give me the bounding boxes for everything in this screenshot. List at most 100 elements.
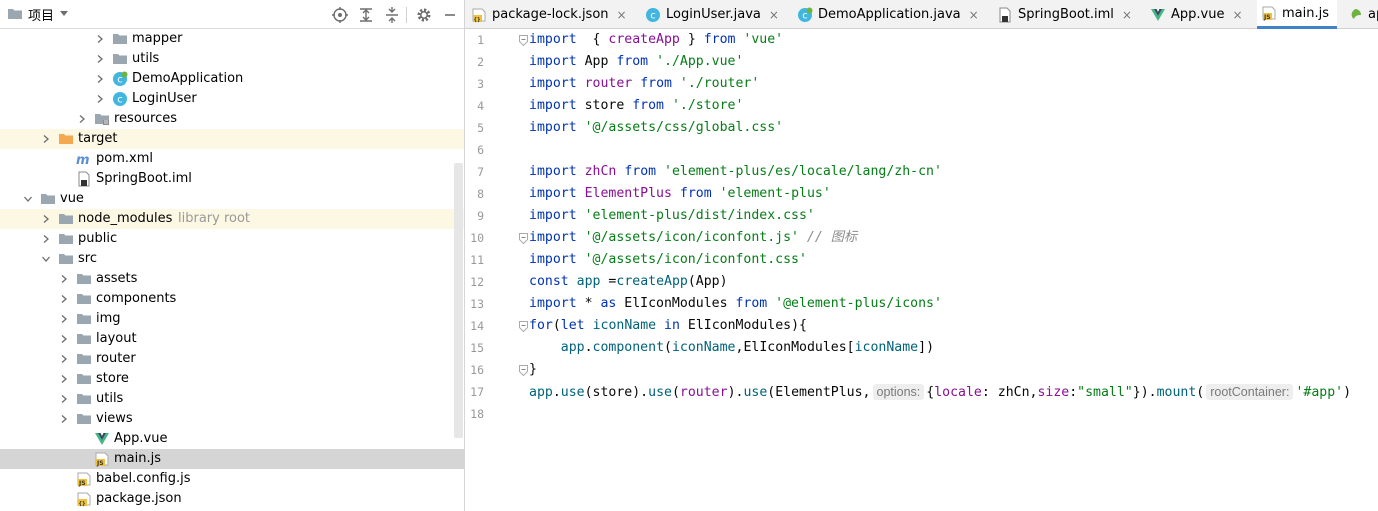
chevron-right-icon[interactable]	[58, 329, 70, 349]
code-line[interactable]: app.component(iconName,ElIconModules[ico…	[529, 337, 934, 359]
tree-item[interactable]: JS main.js	[0, 449, 464, 469]
chevron-down-icon[interactable]	[40, 249, 52, 269]
tree-item[interactable]: SpringBoot.iml	[0, 169, 464, 189]
close-icon[interactable]: ×	[969, 8, 979, 22]
tree-item[interactable]: App.vue	[0, 429, 464, 449]
code-token: use	[743, 385, 768, 400]
tree-item[interactable]: store	[0, 369, 464, 389]
tab-package-lock-json[interactable]: {} package-lock.json ×	[467, 0, 635, 29]
tree-item[interactable]: c DemoApplication	[0, 69, 464, 89]
code-line[interactable]: const app =createApp(App)	[529, 271, 728, 293]
tree-item[interactable]: utils	[0, 49, 464, 69]
chevron-right-icon[interactable]	[94, 29, 106, 49]
fold-end-icon[interactable]	[519, 365, 528, 376]
tree-item[interactable]: vue	[0, 189, 464, 209]
chevron-right-icon[interactable]	[94, 49, 106, 69]
chevron-right-icon[interactable]	[58, 309, 70, 329]
tree-item[interactable]: c LoginUser	[0, 89, 464, 109]
gear-icon[interactable]	[415, 6, 433, 24]
collapse-all-icon[interactable]	[383, 6, 401, 24]
chevron-right-icon[interactable]	[40, 229, 52, 249]
tree-item[interactable]: layout	[0, 329, 464, 349]
chevron-right-icon[interactable]	[40, 129, 52, 149]
library-root-hint: library root	[178, 211, 251, 226]
tree-item-label: package.json	[96, 491, 182, 506]
expand-all-icon[interactable]	[357, 6, 375, 24]
maven-icon: m	[76, 151, 92, 168]
tree-item[interactable]: public	[0, 229, 464, 249]
chevron-right-icon[interactable]	[76, 109, 88, 129]
tree-item-label: utils	[132, 51, 160, 66]
fold-start-icon[interactable]	[519, 35, 528, 46]
project-view-selector[interactable]: 项目	[0, 5, 69, 24]
tree-item[interactable]: resources	[0, 109, 464, 129]
chevron-right-icon[interactable]	[94, 69, 106, 89]
chevron-right-icon[interactable]	[58, 349, 70, 369]
fold-start-icon[interactable]	[519, 233, 528, 244]
vue-file-icon	[94, 431, 110, 447]
folder-icon	[58, 211, 74, 227]
code-line[interactable]: import '@/assets/icon/iconfont.css'	[529, 249, 807, 271]
chevron-right-icon[interactable]	[58, 369, 70, 389]
tree-item[interactable]: m pom.xml	[0, 149, 464, 169]
tree-item[interactable]: components	[0, 289, 464, 309]
code-line[interactable]: import { createApp } from 'vue'	[529, 29, 783, 51]
code-line[interactable]: import '@/assets/css/global.css'	[529, 117, 783, 139]
code-line[interactable]: import App from './App.vue'	[529, 51, 743, 73]
tab-app-vue[interactable]: App.vue ×	[1146, 0, 1251, 29]
chevron-right-icon[interactable]	[40, 209, 52, 229]
code-line[interactable]: import zhCn from 'element-plus/es/locale…	[529, 161, 942, 183]
chevron-down-icon[interactable]	[22, 189, 34, 209]
close-icon[interactable]: ×	[1122, 8, 1132, 22]
chevron-right-icon[interactable]	[58, 409, 70, 429]
code-line[interactable]: import ElementPlus from 'element-plus'	[529, 183, 831, 205]
tree-item[interactable]: utils	[0, 389, 464, 409]
tab-loginuser-java[interactable]: c LoginUser.java ×	[641, 0, 787, 29]
tree-item[interactable]: {} package.json	[0, 489, 464, 509]
code-token: from	[703, 32, 736, 47]
code-line[interactable]: app.use(store).use(router).use(ElementPl…	[529, 381, 1351, 403]
project-scrollbar[interactable]	[454, 163, 463, 438]
code-line[interactable]: for(let iconName in ElIconModules){	[529, 315, 807, 337]
code-line[interactable]: }	[529, 359, 537, 381]
svg-text:c: c	[650, 10, 656, 21]
close-icon[interactable]: ×	[769, 8, 779, 22]
tab-main-js[interactable]: JS main.js	[1257, 0, 1337, 29]
tree-item[interactable]: target	[0, 129, 464, 149]
tab-demoapplication-java[interactable]: c DemoApplication.java ×	[793, 0, 987, 29]
code-token: import	[529, 252, 577, 267]
folder-icon	[76, 271, 92, 287]
tree-item[interactable]: assets	[0, 269, 464, 289]
chevron-right-icon[interactable]	[94, 89, 106, 109]
code-token: from	[632, 98, 664, 113]
code-line[interactable]: import '@/assets/icon/iconfont.js' // 图标	[529, 227, 857, 249]
code-line[interactable]: import store from './store'	[529, 95, 743, 117]
tab-springboot-iml[interactable]: SpringBoot.iml ×	[993, 0, 1140, 29]
tree-item[interactable]: router	[0, 349, 464, 369]
chevron-right-icon[interactable]	[58, 289, 70, 309]
tree-item[interactable]: mapper	[0, 29, 464, 49]
close-icon[interactable]: ×	[617, 8, 627, 22]
chevron-right-icon[interactable]	[58, 269, 70, 289]
locate-file-icon[interactable]	[331, 6, 349, 24]
chevron-right-icon[interactable]	[58, 389, 70, 409]
code-line[interactable]: import router from './router'	[529, 73, 759, 95]
tree-item[interactable]: src	[0, 249, 464, 269]
fold-start-icon[interactable]	[519, 321, 528, 332]
tree-item[interactable]: node_modules library root	[0, 209, 464, 229]
close-icon[interactable]: ×	[1232, 8, 1242, 22]
tree-item[interactable]: JS babel.config.js	[0, 469, 464, 489]
code-line[interactable]: import 'element-plus/dist/index.css'	[529, 205, 815, 227]
tree-item[interactable]: img	[0, 309, 464, 329]
tree-item[interactable]: views	[0, 409, 464, 429]
hide-panel-icon[interactable]	[441, 6, 459, 24]
code-line[interactable]: import * as ElIconModules from '@element…	[529, 293, 942, 315]
code-token: ElIconModules){	[679, 318, 807, 333]
tab-application-prop[interactable]: application.prop	[1343, 0, 1378, 29]
